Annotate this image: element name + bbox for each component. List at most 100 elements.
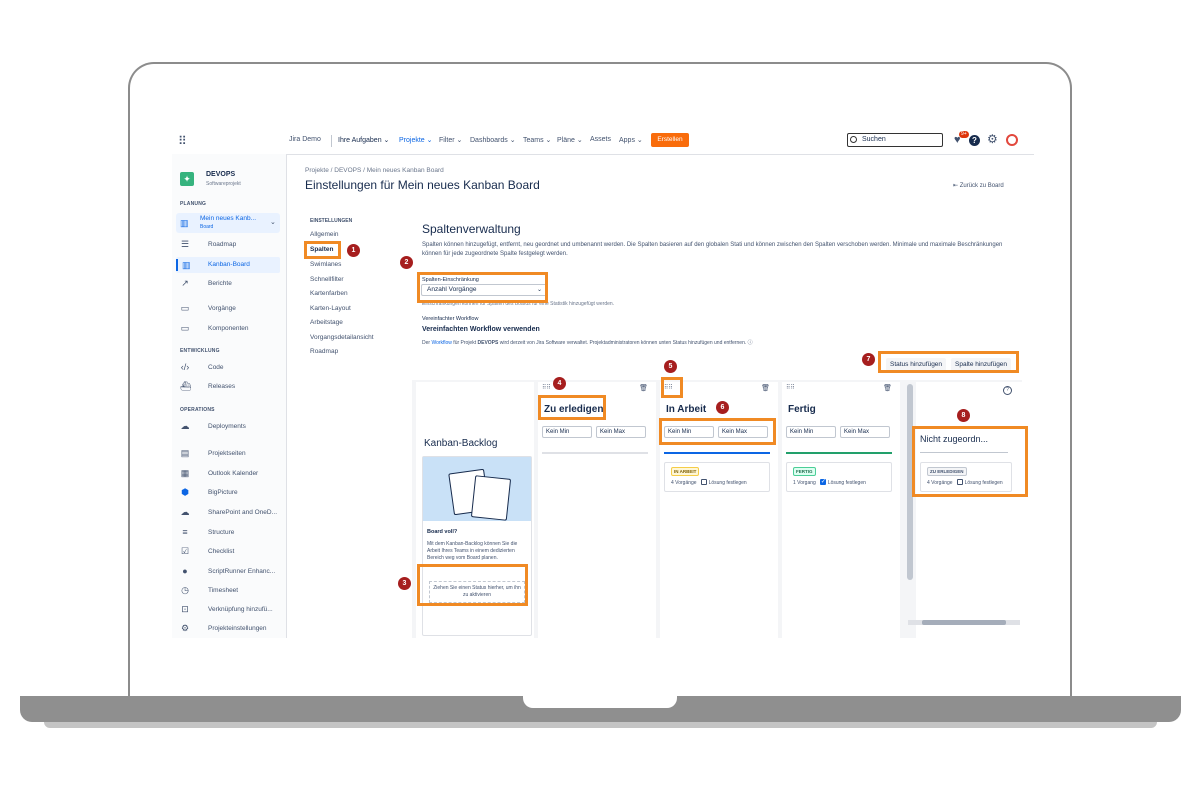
sidebar-item-label: Vorgänge	[208, 305, 236, 312]
sidebar-item-roadmap[interactable]: ☰ Roadmap	[180, 237, 280, 253]
outlook-icon: ▦	[180, 468, 190, 478]
trash-icon[interactable]: 🗑	[883, 384, 892, 392]
sidebar-item-scriptrunner[interactable]: ● ScriptRunner Enhanc...	[180, 564, 280, 580]
nav-apps[interactable]: Apps ⌄	[619, 136, 643, 144]
notifications-badge: 9+	[959, 131, 969, 138]
column-title[interactable]: Fertig	[788, 404, 816, 415]
help-icon[interactable]: ?	[1003, 386, 1012, 395]
sidebar-item-code[interactable]: ‹/› Code	[180, 360, 280, 376]
highlight-unassigned	[912, 426, 1028, 497]
highlight-drag-handle	[661, 377, 683, 398]
nav-site-name[interactable]: Jira Demo	[289, 136, 321, 143]
sidebar-item-label: Outlook Kalender	[208, 470, 259, 477]
laptop-base-shadow	[44, 722, 1157, 728]
board-name: Mein neues Kanb...	[200, 215, 257, 222]
trash-icon[interactable]: 🗑	[639, 384, 648, 392]
laptop-notch	[523, 696, 677, 708]
settings-item-working-days[interactable]: Arbeitstage	[310, 319, 343, 326]
status-lozenge: FERTIG	[793, 467, 816, 476]
nav-your-work[interactable]: Ihre Aufgaben ⌄	[338, 136, 389, 144]
sidebar-item-label: Structure	[208, 529, 235, 536]
sidebar-item-releases[interactable]: ⛴ Releases	[180, 379, 280, 395]
sidebar-item-structure[interactable]: ≡ Structure	[180, 525, 280, 541]
create-button[interactable]: Erstellen	[651, 133, 689, 147]
help-icon[interactable]: ?	[969, 135, 980, 146]
sidebar-item-issues[interactable]: ▭ Vorgänge	[180, 301, 280, 317]
sidebar-item-timesheet[interactable]: ◷ Timesheet	[180, 583, 280, 599]
sidebar-item-deployments[interactable]: ☁ Deployments	[180, 419, 280, 435]
kanban-icon: ▥	[182, 260, 191, 270]
board-column-todo[interactable]: ⠿⠿ 🗑 Zu erledigen Kein Min Kein Max	[538, 382, 656, 638]
highlight-backlog-dropzone	[417, 564, 528, 606]
top-navigation: ⠿ Jira Demo Ihre Aufgaben ⌄ Projekte ⌄ F…	[172, 130, 1034, 155]
roadmap-icon: ☰	[180, 239, 190, 249]
sidebar-item-components[interactable]: ▭ Komponenten	[180, 321, 280, 337]
page-title: Einstellungen für Mein neues Kanban Boar…	[305, 178, 540, 192]
sidebar-section-planning: PLANUNG	[180, 201, 207, 207]
status-card[interactable]: FERTIG 1 Vorgang Lösung festlegen	[786, 462, 892, 492]
add-shortcut-icon: ⊡	[181, 604, 189, 614]
search-input[interactable]: Suchen	[847, 133, 943, 147]
settings-item-card-layout[interactable]: Karten-Layout	[310, 305, 351, 312]
sidebar-item-bigpicture[interactable]: ⬢ BigPicture	[180, 485, 280, 501]
help-icon[interactable]: ⓘ	[748, 340, 753, 346]
resolution-checkbox[interactable]	[700, 479, 707, 485]
nav-dashboards[interactable]: Dashboards ⌄	[470, 136, 516, 144]
board-column-done[interactable]: ⠿⠿ 🗑 Fertig Kein Min Kein Max FERTIG 1 V…	[782, 382, 900, 638]
sidebar-item-outlook-calendar[interactable]: ▦ Outlook Kalender	[180, 466, 280, 482]
workflow-desc-text: wird derzeit von Jira Software verwaltet…	[498, 340, 747, 346]
horizontal-scrollbar[interactable]	[908, 620, 1020, 625]
nav-projects[interactable]: Projekte ⌄	[399, 136, 433, 144]
nav-assets[interactable]: Assets	[590, 136, 611, 143]
highlight-min-max	[659, 418, 776, 445]
marker-6: 6	[716, 401, 729, 414]
sidebar-item-project-settings[interactable]: ⚙ Projekteinstellungen	[180, 621, 280, 637]
sidebar-item-label: Checklist	[208, 548, 235, 555]
sidebar-item-reports[interactable]: ↗ Berichte	[180, 276, 280, 292]
workflow-link[interactable]: Workflow	[431, 340, 451, 346]
nav-filters[interactable]: Filter ⌄	[439, 136, 462, 144]
profile-avatar[interactable]	[1006, 134, 1018, 146]
sidebar-board-selector[interactable]: ▥ Mein neues Kanb... Board ⌄	[176, 213, 280, 233]
settings-item-roadmap[interactable]: Roadmap	[310, 348, 338, 355]
sidebar-item-project-pages[interactable]: ▤ Projektseiten	[180, 446, 280, 462]
sidebar-item-add-shortcut[interactable]: ⊡ Verknüpfung hinzufü...	[180, 602, 280, 618]
settings-item-issue-detail-view[interactable]: Vorgangsdetailansicht	[310, 334, 374, 341]
app-switcher-icon[interactable]: ⠿	[178, 135, 190, 147]
sidebar-item-checklist[interactable]: ☑ Checklist	[180, 544, 280, 560]
sidebar-item-sharepoint[interactable]: ☁ SharePoint and OneD...	[180, 505, 280, 521]
breadcrumb[interactable]: Projekte / DEVOPS / Mein neues Kanban Bo…	[305, 167, 444, 174]
scrollbar-thumb[interactable]	[922, 620, 1006, 625]
column-max-input[interactable]: Kein Max	[840, 426, 890, 438]
column-min-input[interactable]: Kein Min	[542, 426, 592, 438]
highlight-column-constraint	[417, 272, 548, 303]
status-card[interactable]: IN ARBEIT 4 Vorgänge Lösung festlegen	[664, 462, 770, 492]
column-max-input[interactable]: Kein Max	[596, 426, 646, 438]
sidebar-item-kanban-board[interactable]: ▥ Kanban-Board	[176, 257, 280, 273]
column-title[interactable]: In Arbeit	[666, 404, 706, 415]
sidebar-item-label: Kanban-Board	[208, 261, 250, 268]
project-type: Softwareprojekt	[206, 181, 241, 187]
active-indicator	[176, 259, 178, 271]
sidebar-item-label: Releases	[208, 383, 236, 390]
nav-divider	[331, 135, 332, 147]
promo-title: Board voll?	[427, 529, 458, 535]
highlight-todo-title	[538, 395, 606, 420]
drag-handle-icon[interactable]: ⠿⠿	[786, 384, 795, 391]
back-to-board-link[interactable]: ⇤ Zurück zu Board	[953, 182, 1004, 189]
drag-handle-icon[interactable]: ⠿⠿	[542, 384, 551, 391]
resolution-checkbox[interactable]	[819, 478, 826, 485]
nav-plans[interactable]: Pläne ⌄	[557, 136, 583, 144]
settings-item-general[interactable]: Allgemein	[310, 231, 339, 238]
settings-heading: EINSTELLUNGEN	[310, 218, 353, 224]
settings-item-swimlanes[interactable]: Swimlanes	[310, 261, 341, 268]
trash-icon[interactable]: 🗑	[761, 384, 770, 392]
settings-gear-icon[interactable]: ⚙	[987, 133, 998, 145]
nav-teams[interactable]: Teams ⌄	[523, 136, 551, 144]
workflow-desc-text: für Projekt	[451, 340, 478, 346]
column-min-input[interactable]: Kein Min	[786, 426, 836, 438]
settings-item-card-colors[interactable]: Kartenfarben	[310, 290, 348, 297]
settings-item-quick-filters[interactable]: Schnellfilter	[310, 276, 344, 283]
project-name[interactable]: DEVOPS	[206, 171, 235, 178]
project-sidebar: ✦ DEVOPS Softwareprojekt PLANUNG ▥ Mein …	[172, 154, 287, 638]
